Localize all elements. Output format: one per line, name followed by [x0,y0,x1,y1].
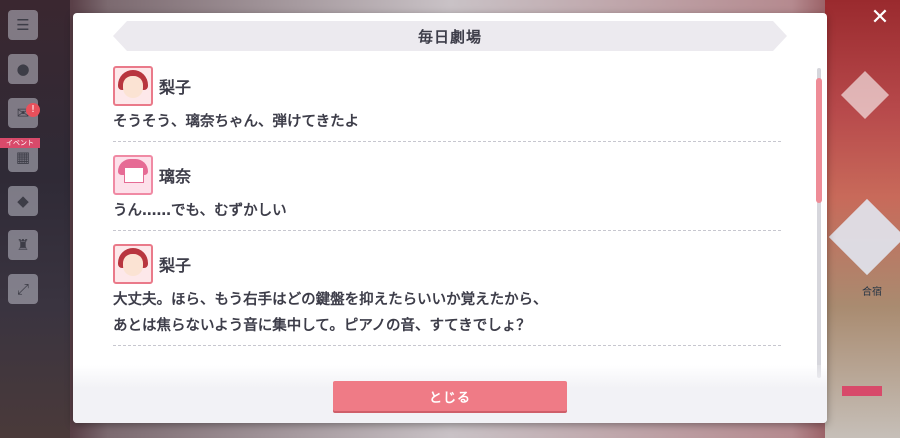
dialogue-entry: 梨子 大丈夫。ほら、もう右手はどの鍵盤を抑えたらいいか覚えたから、 あとは焦らな… [113,241,781,346]
riko-avatar [113,66,153,106]
close-button[interactable]: とじる [333,381,567,411]
side-menu: ☰ ● ✉ ▦ ◆ ♜ ⤢ [8,10,42,318]
dialogue-line: うん……でも、むずかしい [113,203,287,219]
dialogue-line: あとは焦らないよう音に集中して。ピアノの音、すてきでしょ？ [113,318,531,334]
dialog-title: 毎日劇場 [417,27,482,46]
dialogue-line: そうそう、璃奈ちゃん、弾けてきたよ [113,114,360,130]
scrollbar-thumb[interactable] [816,78,822,203]
speaker-row: 璃奈 [113,152,781,198]
daily-theater-dialog: 毎日劇場 梨子 そうそう、璃奈ちゃん、弾けてきたよ 璃奈 うん……でも、むずかし… [73,13,827,423]
dialogue-line: 大丈夫。ほら、もう右手はどの鍵盤を抑えたらいいか覚えたから、 [113,292,548,308]
close-icon: ✕ [870,5,890,30]
dialogue-entry: 梨子 そうそう、璃奈ちゃん、弾けてきたよ [113,63,781,142]
dialog-scroll-area[interactable]: 梨子 そうそう、璃奈ちゃん、弾けてきたよ 璃奈 うん……でも、むずかしい 梨子 … [113,63,781,383]
trophy-icon[interactable]: ♜ [8,230,38,260]
gem-icon[interactable]: ◆ [8,186,38,216]
dialog-title-bar: 毎日劇場 [113,21,787,51]
riko-avatar [113,244,153,284]
side-tag-right [842,386,882,396]
chat-icon[interactable]: ● [8,54,38,84]
event-tag: イベント [0,138,40,148]
speaker-row: 梨子 [113,63,781,109]
speaker-name: 梨子 [159,78,192,97]
speaker-row: 梨子 [113,241,781,287]
notification-badge: ! [26,103,40,117]
speaker-name: 璃奈 [159,167,192,186]
speaker-name: 梨子 [159,256,192,275]
dialogue-entry: 璃奈 うん……でも、むずかしい [113,152,781,231]
expand-icon[interactable]: ⤢ [8,274,38,304]
rina-avatar [113,155,153,195]
camp-label: 合宿 [862,287,882,298]
menu-icon[interactable]: ☰ [8,10,38,40]
